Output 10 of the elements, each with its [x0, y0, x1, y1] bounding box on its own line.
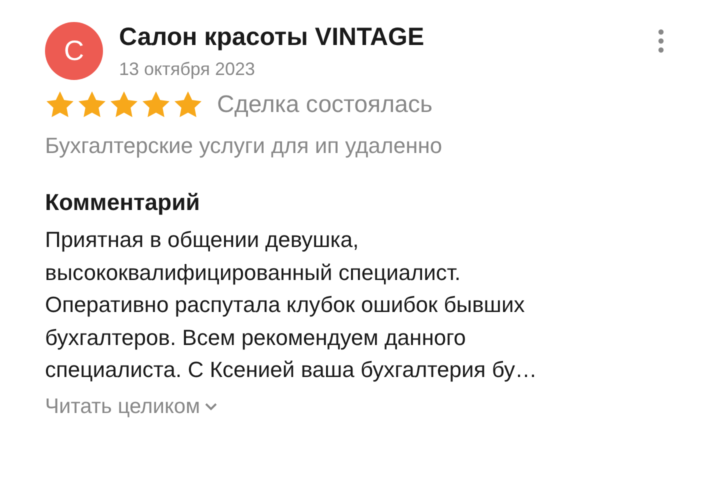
avatar: С — [45, 22, 103, 80]
deal-status: Сделка состоялась — [217, 90, 432, 118]
author-name: Салон красоты VINTAGE — [119, 23, 424, 52]
review-date: 13 октября 2023 — [119, 59, 256, 80]
more-icon[interactable] — [657, 28, 665, 54]
service-name: Бухгалтерские услуги для ип удаленно — [45, 133, 444, 159]
comment-heading: Комментарий — [45, 189, 201, 216]
chevron-icon — [204, 402, 218, 412]
read-more-link[interactable]: Читать целиком — [45, 394, 218, 418]
comment-text: Приятная в общении девушка, высококвалифицированный специалист. Оперативно распутала клубок ошибок бывших бухгалтеров. Всем рекомендуем данного специалиста. С Ксенией ваша бухгалтерия бу… — [45, 226, 538, 384]
